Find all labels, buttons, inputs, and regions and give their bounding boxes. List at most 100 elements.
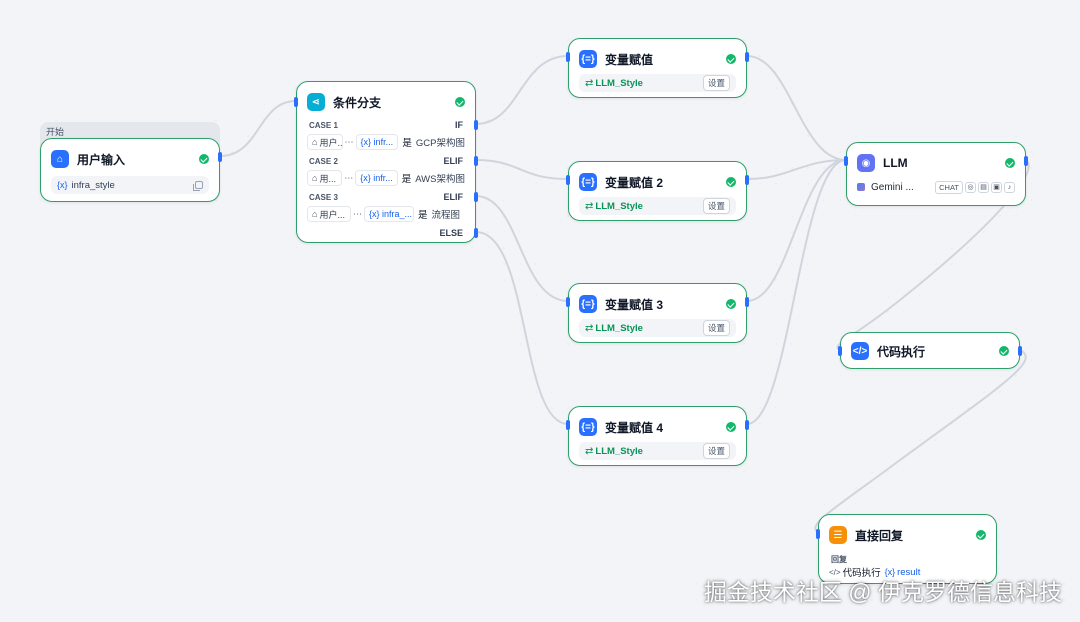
- set-button[interactable]: 设置: [702, 75, 730, 91]
- image-icon: ▣: [991, 181, 1002, 193]
- if-handle[interactable]: [474, 120, 478, 130]
- variable-name: LLM_Style: [595, 445, 643, 457]
- success-check-icon: [455, 97, 465, 107]
- more-icon: ⋯: [344, 136, 354, 147]
- variable-assign-icon: {=}: [579, 295, 597, 313]
- model-name: Gemini ...: [871, 181, 914, 193]
- output-handle[interactable]: [1024, 156, 1028, 166]
- node-header: {=} 变量赋值 2: [579, 172, 736, 192]
- reply-icon: ☰: [829, 526, 847, 544]
- output-handle[interactable]: [745, 175, 749, 185]
- node-header: {=} 变量赋值 3: [579, 294, 736, 314]
- variable-assigner-node-1[interactable]: {=} 变量赋值 ⇄ LLM_Style 设置: [566, 38, 749, 98]
- elif-handle[interactable]: [474, 192, 478, 202]
- node-title: 变量赋值 4: [605, 420, 664, 435]
- source-node-name: 用户...: [319, 137, 343, 148]
- else-keyword: ELSE: [439, 228, 463, 238]
- edge-assigner3-to-llm: [746, 159, 847, 302]
- variable-pill: {x} infr...: [355, 170, 398, 186]
- variable-icon: {x}: [369, 209, 383, 219]
- input-handle[interactable]: [566, 175, 570, 185]
- output-handle[interactable]: [218, 152, 222, 162]
- input-handle[interactable]: [816, 529, 820, 539]
- output-handle[interactable]: [745, 420, 749, 430]
- variable-assigner-node-2[interactable]: {=} 变量赋值 2 ⇄ LLM_Style 设置: [566, 161, 749, 221]
- variable-icon: {x}: [360, 173, 374, 183]
- variable-name: LLM_Style: [595, 77, 643, 89]
- model-row[interactable]: Gemini ... CHAT ◎ ▤ ▣ ♪: [857, 178, 1015, 196]
- node-title: 变量赋值: [605, 52, 654, 67]
- input-handle[interactable]: [294, 97, 298, 107]
- output-handle[interactable]: [745, 297, 749, 307]
- edge-assigner4-to-llm: [746, 159, 847, 425]
- condition-row[interactable]: ⌂ 用户... ⋯ {x} infr... 是 GCP架构图: [307, 133, 465, 151]
- elif-handle[interactable]: [474, 156, 478, 166]
- variable-assigner-node-4[interactable]: {=} 变量赋值 4 ⇄ LLM_Style 设置: [566, 406, 749, 466]
- output-handle[interactable]: [1018, 346, 1022, 356]
- success-check-icon: [199, 154, 209, 164]
- gemini-model-icon: [857, 183, 865, 191]
- node-title: 条件分支: [333, 95, 382, 110]
- node-header: ⌂ 用户输入: [51, 149, 209, 169]
- set-button[interactable]: 设置: [702, 320, 730, 336]
- workflow-canvas[interactable]: 开始 ⌂ 用户输入 {x} infra_style ⋖ 条件分支 CASE 1 …: [0, 0, 1080, 622]
- llm-icon: ◉: [857, 154, 875, 172]
- source-node-name: 用户...: [319, 209, 345, 220]
- llm-node[interactable]: ◉ LLM Gemini ... CHAT ◎ ▤ ▣ ♪: [844, 142, 1028, 206]
- node-title: 代码执行: [877, 344, 926, 359]
- variable-link-icon: ⇄: [585, 445, 594, 457]
- variable-pill: {x} infr...: [355, 134, 399, 150]
- variable-name: infr...: [373, 173, 393, 183]
- case-keyword: IF: [455, 120, 463, 130]
- success-check-icon: [1005, 158, 1015, 168]
- case-label: CASE 2: [309, 157, 338, 166]
- vision-icon: ◎: [965, 181, 976, 193]
- node-header: {=} 变量赋值: [579, 49, 736, 69]
- assign-variable-row[interactable]: ⇄ LLM_Style 设置: [579, 197, 736, 215]
- input-handle[interactable]: [566, 420, 570, 430]
- variable-link-icon: ⇄: [585, 322, 594, 334]
- condition-row[interactable]: ⌂ 用户... ⋯ {x} infra_... 是 流程图: [307, 205, 465, 223]
- input-handle[interactable]: [566, 297, 570, 307]
- success-check-icon: [976, 530, 986, 540]
- success-check-icon: [726, 299, 736, 309]
- input-variable-row[interactable]: {x} infra_style: [51, 176, 209, 194]
- edge-elif1-to-assigner2: [475, 159, 569, 180]
- node-header: ⋖ 条件分支: [307, 92, 465, 112]
- variable-assign-icon: {=}: [579, 418, 597, 436]
- code-execution-node[interactable]: </> 代码执行: [838, 332, 1022, 369]
- assign-variable-row[interactable]: ⇄ LLM_Style 设置: [579, 74, 736, 92]
- set-button[interactable]: 设置: [702, 198, 730, 214]
- operator: 是: [418, 210, 428, 221]
- node-title: 变量赋值 3: [605, 297, 664, 312]
- condition-branch-node[interactable]: ⋖ 条件分支 CASE 1 IF ⌂ 用户... ⋯ {x} infr... 是 …: [294, 81, 478, 243]
- assign-variable-row[interactable]: ⇄ LLM_Style 设置: [579, 319, 736, 337]
- variable-icon: {x}: [57, 180, 68, 190]
- compare-value: GCP架构图: [415, 138, 465, 149]
- user-input-node[interactable]: ⌂ 用户输入 {x} infra_style: [40, 138, 222, 202]
- input-handle[interactable]: [844, 156, 848, 166]
- variable-name: LLM_Style: [595, 200, 643, 212]
- set-button[interactable]: 设置: [702, 443, 730, 459]
- node-title: 直接回复: [855, 528, 904, 543]
- home-icon: ⌂: [312, 137, 318, 147]
- input-handle[interactable]: [566, 52, 570, 62]
- copy-icon[interactable]: [193, 181, 203, 191]
- variable-assigner-node-3[interactable]: {=} 变量赋值 3 ⇄ LLM_Style 设置: [566, 283, 749, 343]
- source-node-name: 用...: [319, 173, 336, 184]
- source-node-pill: ⌂ 用...: [307, 170, 343, 186]
- else-handle[interactable]: [474, 228, 478, 238]
- case-keyword: ELIF: [443, 156, 464, 166]
- assign-variable-row[interactable]: ⇄ LLM_Style 设置: [579, 442, 736, 460]
- variable-name: infra_...: [382, 209, 413, 219]
- edge-assigner1-to-llm: [746, 55, 847, 161]
- case-keyword: ELIF: [443, 192, 464, 202]
- output-handle[interactable]: [745, 52, 749, 62]
- input-handle[interactable]: [838, 346, 842, 356]
- condition-row[interactable]: ⌂ 用... ⋯ {x} infr... 是 AWS架构图: [307, 169, 465, 187]
- operator: 是: [402, 138, 412, 149]
- node-header: ☰ 直接回复: [829, 525, 986, 545]
- variable-link-icon: ⇄: [585, 200, 594, 212]
- variable-icon: {x}: [360, 137, 374, 147]
- success-check-icon: [999, 346, 1009, 356]
